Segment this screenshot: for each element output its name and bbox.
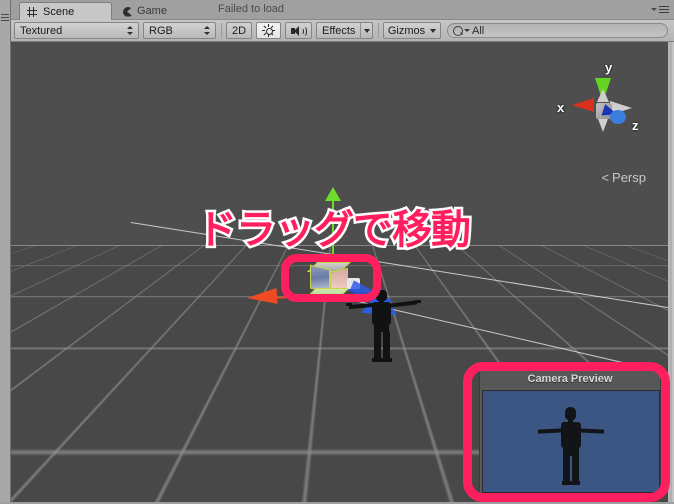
projection-label: Persp (612, 170, 646, 185)
chevron-left-icon: < (601, 170, 610, 185)
search-icon (453, 25, 463, 36)
color-mode-dropdown[interactable]: RGB (143, 22, 216, 39)
chevron-down-icon (430, 28, 437, 33)
toolbar-divider (221, 23, 222, 38)
search-value: All (472, 24, 485, 37)
chevron-updown-icon (126, 25, 135, 36)
annotation-caption: ドラッグで移動 (195, 205, 474, 256)
grid-icon (27, 6, 39, 18)
draw-mode-label: Textured (20, 24, 63, 37)
tab-scene-label: Scene (43, 5, 75, 18)
speaker-icon (291, 25, 307, 37)
rail-menu-icon[interactable] (1, 14, 9, 21)
axis-ball-z[interactable] (610, 110, 626, 124)
gizmos-dropdown[interactable]: Gizmos (383, 22, 441, 39)
status-note: Failed to load (218, 3, 285, 15)
tab-scene[interactable]: Scene (19, 2, 112, 20)
tab-game[interactable]: Game (116, 2, 194, 20)
toolbar-divider (378, 23, 379, 38)
game-icon (123, 6, 133, 17)
tab-strip: Scene Game Failed to load (11, 0, 674, 20)
effects-dropdown[interactable]: Effects (316, 22, 373, 39)
two-d-label: 2D (231, 24, 247, 37)
panel-menu-icon[interactable] (651, 5, 669, 15)
axis-cone-up (597, 89, 609, 102)
axis-label-z: z (632, 118, 639, 133)
axis-cone-x[interactable] (572, 98, 594, 112)
tab-game-label: Game (137, 5, 167, 17)
scene-orientation-gizmo[interactable]: y x z (556, 60, 652, 152)
axis-label-y: y (605, 60, 613, 75)
scene-toolbar: Textured RGB 2D Effects Gizmos All (11, 20, 674, 42)
chevron-updown-icon (203, 25, 212, 36)
unity-scene-view-window: Scene Game Failed to load Textured RGB 2… (0, 0, 674, 504)
search-input[interactable]: All (447, 23, 668, 38)
axis-label-x: x (557, 100, 565, 115)
move-axis-x-arrow[interactable] (246, 287, 278, 307)
chevron-down-icon[interactable] (360, 23, 372, 38)
toggle-audio-button[interactable] (285, 22, 312, 39)
annotation-highlight-rect (281, 254, 381, 302)
gizmos-label: Gizmos (387, 24, 426, 37)
chevron-down-icon (464, 29, 470, 32)
toggle-lighting-button[interactable] (256, 22, 281, 39)
left-dock-rail (0, 0, 11, 504)
toggle-2d-button[interactable]: 2D (226, 22, 252, 39)
sun-icon (262, 24, 275, 37)
projection-toggle[interactable]: < Persp (601, 170, 646, 185)
effects-label: Effects (322, 24, 356, 37)
draw-mode-dropdown[interactable]: Textured (14, 22, 139, 39)
camera-preview-highlight-rect (463, 362, 670, 502)
color-mode-label: RGB (149, 24, 173, 37)
